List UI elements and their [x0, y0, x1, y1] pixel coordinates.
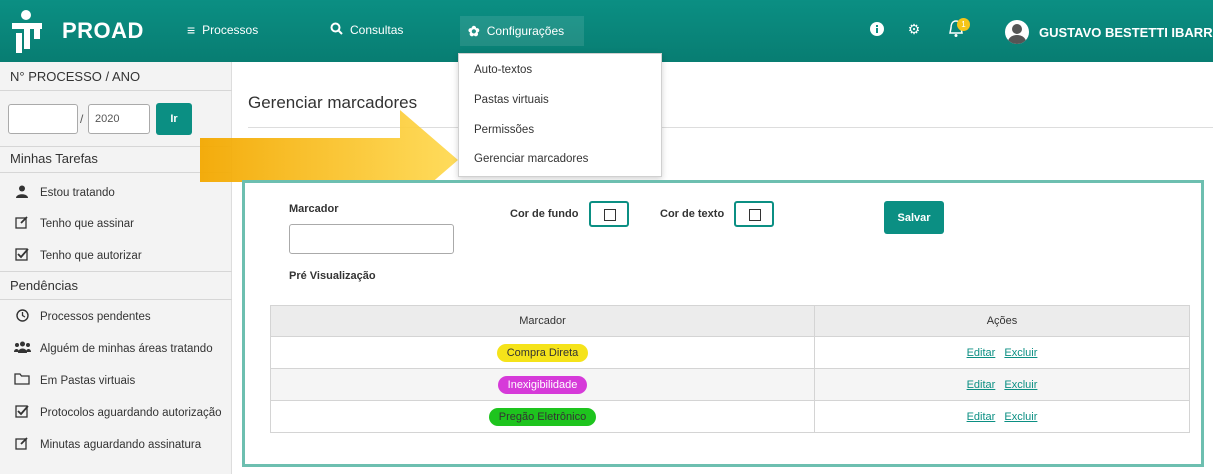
checkbox-icon: [14, 247, 30, 264]
process-number-input[interactable]: [8, 104, 78, 134]
marcador-pill: Compra Direta: [496, 343, 589, 362]
cor-texto-picker[interactable]: [734, 201, 774, 227]
marcador-label: Marcador: [289, 203, 339, 215]
delete-link[interactable]: Excluir: [1004, 379, 1037, 391]
sidebar-item-protocolos-aguardando[interactable]: Protocolos aguardando autorização: [14, 404, 222, 421]
info-icon: [866, 18, 888, 40]
marcador-pill: Pregão Eletrônico: [488, 407, 597, 426]
process-year-input[interactable]: 2020: [88, 104, 150, 134]
divider: [0, 299, 232, 300]
sidebar-item-minutas-aguardando[interactable]: Minutas aguardando assinatura: [14, 436, 201, 453]
app-logo[interactable]: PROAD: [10, 8, 144, 54]
sidebar-item-pastas-virtuais[interactable]: Em Pastas virtuais: [14, 373, 135, 388]
nav-consultas-label: Consultas: [350, 23, 404, 37]
folder-icon: [14, 373, 30, 388]
user-menu[interactable]: GUSTAVO BESTETTI IBARRA: [1005, 20, 1213, 44]
slash-separator: /: [80, 112, 84, 126]
edit-link[interactable]: Editar: [967, 411, 996, 423]
info-button[interactable]: [866, 18, 888, 40]
user-icon: [14, 185, 30, 201]
nav-consultas[interactable]: Consultas: [330, 22, 403, 38]
sidebar-item-label: Alguém de minhas áreas tratando: [40, 342, 213, 355]
acoes-cell: Editar Excluir: [814, 368, 1190, 401]
delete-link[interactable]: Excluir: [1004, 411, 1037, 423]
column-header-marcador: Marcador: [270, 305, 815, 337]
logo-mark-icon: [10, 9, 48, 53]
sidebar-item-estou-tratando[interactable]: Estou tratando: [14, 185, 115, 201]
marcador-cell: Pregão Eletrônico: [270, 400, 815, 433]
nav-processos-label: Processos: [202, 23, 259, 37]
delete-link[interactable]: Excluir: [1004, 347, 1037, 359]
sidebar-item-label: Processos pendentes: [40, 311, 151, 323]
edit-link[interactable]: Editar: [967, 379, 996, 391]
table-row: Inexigibilidade Editar Excluir: [270, 368, 1190, 401]
sidebar-item-label: Tenho que assinar: [40, 217, 134, 230]
menu-item-auto-textos[interactable]: Auto-textos: [474, 64, 532, 76]
marcadores-table: Marcador Ações Compra Direta Editar Excl…: [270, 305, 1190, 433]
notification-badge: 1: [957, 18, 970, 31]
checkbox-icon: [14, 404, 30, 421]
menu-item-pastas-virtuais[interactable]: Pastas virtuais: [474, 94, 549, 106]
tasks-section-title: Minhas Tarefas: [10, 151, 98, 166]
sidebar-item-label: Estou tratando: [40, 187, 115, 199]
marcador-cell: Compra Direta: [270, 336, 815, 369]
edit-icon: [14, 436, 30, 453]
menu-icon: ≡: [187, 22, 196, 38]
divider: [0, 172, 232, 173]
save-button[interactable]: Salvar: [884, 201, 944, 234]
go-button[interactable]: Ir: [156, 103, 192, 135]
search-icon: [330, 22, 343, 38]
divider: [0, 271, 232, 272]
marcador-pill: Inexigibilidade: [497, 375, 588, 394]
sidebar-item-processos-pendentes[interactable]: Processos pendentes: [14, 309, 151, 325]
settings-cogs-button[interactable]: ⚙: [903, 18, 925, 40]
cogs-icon: ⚙: [907, 20, 921, 37]
sidebar-item-tenho-que-autorizar[interactable]: Tenho que autorizar: [14, 247, 142, 264]
user-name: GUSTAVO BESTETTI IBARRA: [1039, 24, 1213, 40]
gear-icon: ✿: [468, 22, 480, 39]
sidebar-item-tenho-que-assinar[interactable]: Tenho que assinar: [14, 215, 134, 232]
divider: [0, 90, 232, 91]
acoes-cell: Editar Excluir: [814, 336, 1190, 369]
menu-item-gerenciar-marcadores[interactable]: Gerenciar marcadores: [474, 153, 588, 165]
table-row: Compra Direta Editar Excluir: [270, 336, 1190, 369]
edit-icon: [14, 215, 30, 232]
pending-section-title: Pendências: [10, 278, 78, 293]
sidebar-item-areas-tratando[interactable]: Alguém de minhas áreas tratando: [14, 341, 213, 356]
configuracoes-dropdown: Auto-textos Pastas virtuais Permissões G…: [458, 53, 662, 177]
app-name: PROAD: [62, 18, 144, 43]
nav-configuracoes[interactable]: ✿ Configurações: [460, 16, 584, 46]
preview-label: Pré Visualização: [289, 270, 376, 282]
column-header-acoes: Ações: [814, 305, 1190, 337]
divider: [0, 146, 232, 147]
cor-texto-label: Cor de texto: [660, 208, 725, 220]
edit-link[interactable]: Editar: [967, 347, 996, 359]
avatar: [1005, 20, 1029, 44]
marcador-input[interactable]: [289, 224, 454, 254]
users-icon: [14, 341, 31, 356]
nav-processos[interactable]: ≡ Processos: [187, 22, 258, 38]
menu-item-permissoes[interactable]: Permissões: [474, 124, 534, 136]
cor-fundo-picker[interactable]: [589, 201, 629, 227]
sidebar-item-label: Tenho que autorizar: [40, 249, 142, 262]
marcador-cell: Inexigibilidade: [270, 368, 815, 401]
table-row: Pregão Eletrônico Editar Excluir: [270, 400, 1190, 433]
nav-configuracoes-label: Configurações: [486, 24, 565, 38]
sidebar-item-label: Em Pastas virtuais: [40, 374, 136, 387]
clock-icon: [14, 309, 30, 325]
sidebar-item-label: Minutas aguardando assinatura: [40, 438, 202, 451]
acoes-cell: Editar Excluir: [814, 400, 1190, 433]
cor-fundo-label: Cor de fundo: [510, 208, 579, 220]
process-search-title: N° PROCESSO / ANO: [10, 69, 141, 84]
sidebar-item-label: Protocolos aguardando autorização: [40, 406, 222, 419]
